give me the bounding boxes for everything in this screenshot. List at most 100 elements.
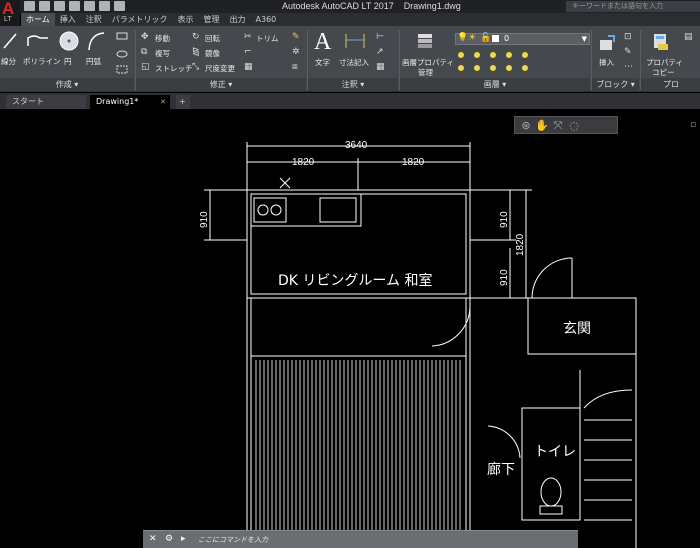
copy-icon[interactable]: ⧉ bbox=[141, 47, 147, 57]
annotation-panel-footer[interactable]: 注釈 ▾ bbox=[308, 78, 398, 91]
file-tab-bar: スタート Drawing1* ✕ + bbox=[0, 93, 700, 109]
dimension-button-label[interactable]: 寸法記入 bbox=[339, 57, 369, 68]
steering-wheel-icon[interactable]: ⊛ bbox=[519, 119, 533, 132]
application-menu-button[interactable]: A LT bbox=[0, 0, 20, 26]
text-icon[interactable]: A bbox=[314, 29, 331, 56]
new-tab-button[interactable]: + bbox=[176, 95, 190, 109]
sink bbox=[319, 197, 357, 223]
close-icon[interactable]: ✕ bbox=[160, 95, 166, 109]
layers-panel-footer[interactable]: 画層 ▾ bbox=[400, 78, 590, 91]
redo-icon[interactable] bbox=[114, 1, 125, 11]
room-label-toilet: トイレ bbox=[534, 444, 576, 460]
erase-icon[interactable]: ✎ bbox=[292, 32, 300, 42]
properties-panel-footer[interactable]: プロ bbox=[641, 78, 700, 91]
pan-icon[interactable]: ✋ bbox=[535, 119, 549, 132]
wrench-icon[interactable]: ⚙ bbox=[165, 534, 173, 544]
copy-button[interactable]: 複写 bbox=[155, 48, 170, 59]
circle-icon[interactable] bbox=[58, 30, 80, 52]
tab-manage[interactable]: 管理 bbox=[199, 13, 225, 26]
properties-tools-icon[interactable]: ▤ bbox=[684, 32, 693, 42]
ribbon-panel: 線分 ポリライン 円 円弧 作成 ▾ ✥ 移動 ⧉ 複写 ◱ ストレッチ ↻ 回… bbox=[0, 26, 700, 92]
text-button-label[interactable]: 文字 bbox=[315, 57, 330, 68]
line-icon[interactable] bbox=[2, 32, 18, 50]
create-block-icon[interactable]: ⊡ bbox=[624, 32, 632, 42]
scale-icon[interactable]: ⤡ bbox=[192, 62, 199, 72]
print-icon[interactable] bbox=[84, 1, 95, 11]
layer-lock-icon[interactable]: 🔓 bbox=[480, 33, 491, 43]
tab-parametric[interactable]: パラメトリック bbox=[107, 13, 173, 26]
open-file-icon[interactable] bbox=[39, 1, 50, 11]
properties-label-2[interactable]: コピー bbox=[652, 67, 675, 78]
insert-block-icon[interactable] bbox=[598, 34, 616, 52]
modify-panel-footer[interactable]: 修正 ▾ bbox=[136, 78, 306, 91]
draw-panel-footer[interactable]: 作成 ▾ bbox=[0, 78, 134, 91]
layer-tools-icons[interactable] bbox=[455, 50, 585, 74]
explode-icon[interactable]: ✲ bbox=[292, 47, 300, 57]
layer-color-icon[interactable] bbox=[492, 35, 499, 42]
tab-a360[interactable]: A360 bbox=[251, 13, 282, 26]
undo-icon[interactable] bbox=[99, 1, 110, 11]
move-icon[interactable]: ✥ bbox=[141, 32, 149, 42]
save-as-icon[interactable] bbox=[69, 1, 80, 11]
save-icon[interactable] bbox=[54, 1, 65, 11]
trim-icon[interactable]: ✂ bbox=[244, 32, 252, 42]
viewcube-close-icon[interactable]: ▫ bbox=[690, 120, 696, 130]
tab-insert[interactable]: 挿入 bbox=[55, 13, 81, 26]
layer-properties-icon[interactable] bbox=[416, 32, 436, 50]
layer-freeze-icon[interactable]: ☀ bbox=[468, 33, 476, 43]
draw-tools-icon[interactable] bbox=[114, 32, 132, 78]
dimension-icon[interactable] bbox=[344, 32, 366, 50]
title-bar: Autodesk AutoCAD LT 2017 Drawing1.dwg キー… bbox=[0, 0, 700, 13]
block-attribute-icon[interactable]: ⋯ bbox=[624, 62, 633, 72]
command-line: ✕ ⚙ ▸ bbox=[143, 530, 578, 548]
tab-annotate[interactable]: 注釈 bbox=[81, 13, 107, 26]
polyline-button-label[interactable]: ポリライン bbox=[23, 56, 61, 67]
layer-properties-label-2[interactable]: 管理 bbox=[418, 67, 433, 78]
orbit-icon[interactable]: ◌ bbox=[567, 119, 581, 132]
block-panel-footer[interactable]: ブロック ▾ bbox=[592, 78, 639, 91]
edit-block-icon[interactable]: ✎ bbox=[624, 47, 632, 57]
new-file-icon[interactable] bbox=[24, 1, 35, 11]
command-input[interactable] bbox=[198, 534, 568, 546]
autocad-lt-label: LT bbox=[4, 16, 12, 23]
table-icon[interactable]: ▦ bbox=[376, 62, 385, 72]
leader-icon[interactable]: ↗ bbox=[376, 47, 384, 57]
polyline-icon[interactable] bbox=[26, 32, 50, 50]
linear-dim-icon[interactable]: ⊢ bbox=[376, 32, 384, 42]
toilet-bowl bbox=[540, 477, 562, 507]
move-button[interactable]: 移動 bbox=[155, 33, 170, 44]
tab-start[interactable]: スタート bbox=[6, 95, 86, 109]
line-button-label[interactable]: 線分 bbox=[1, 56, 16, 67]
zoom-extents-icon[interactable]: ⤧ bbox=[551, 119, 565, 132]
close-icon[interactable]: ✕ bbox=[149, 534, 157, 544]
mirror-icon[interactable]: ⧎ bbox=[192, 47, 200, 57]
trim-button[interactable]: トリム bbox=[256, 33, 279, 44]
search-input[interactable]: キーワードまたは語句を入力 bbox=[566, 1, 700, 12]
tab-drawing1[interactable]: Drawing1* ✕ bbox=[90, 95, 170, 109]
command-prompt-icon[interactable]: ▸ bbox=[181, 534, 186, 544]
tab-home[interactable]: ホーム bbox=[21, 13, 55, 26]
layer-on-icon[interactable]: 💡 bbox=[457, 33, 468, 43]
mirror-button[interactable]: 鏡像 bbox=[205, 48, 220, 59]
layer-dropdown-value: 0 bbox=[504, 34, 510, 43]
quick-access-toolbar bbox=[24, 1, 125, 12]
window-title: Autodesk AutoCAD LT 2017 Drawing1.dwg bbox=[282, 1, 461, 11]
insert-button-label[interactable]: 挿入 bbox=[599, 57, 614, 68]
match-properties-icon[interactable] bbox=[652, 32, 670, 52]
circle-button-label[interactable]: 円 bbox=[64, 56, 72, 67]
rotate-button[interactable]: 回転 bbox=[205, 33, 220, 44]
tab-output[interactable]: 出力 bbox=[225, 13, 251, 26]
arc-icon[interactable] bbox=[86, 30, 106, 52]
fillet-icon[interactable]: ⌐ bbox=[244, 47, 252, 57]
floor-hatching bbox=[255, 360, 461, 548]
stretch-icon[interactable]: ◱ bbox=[141, 62, 150, 72]
rotate-icon[interactable]: ↻ bbox=[192, 32, 200, 42]
array-icon[interactable]: ▦ bbox=[244, 62, 253, 72]
offset-icon[interactable]: ⧈ bbox=[292, 62, 298, 72]
scale-button[interactable]: 尺度変更 bbox=[205, 63, 235, 74]
burner-icon bbox=[270, 204, 282, 216]
arc-button-label[interactable]: 円弧 bbox=[86, 56, 101, 67]
tab-view[interactable]: 表示 bbox=[173, 13, 199, 26]
stretch-button[interactable]: ストレッチ bbox=[155, 63, 193, 74]
chevron-down-icon: ▼ bbox=[581, 35, 587, 43]
